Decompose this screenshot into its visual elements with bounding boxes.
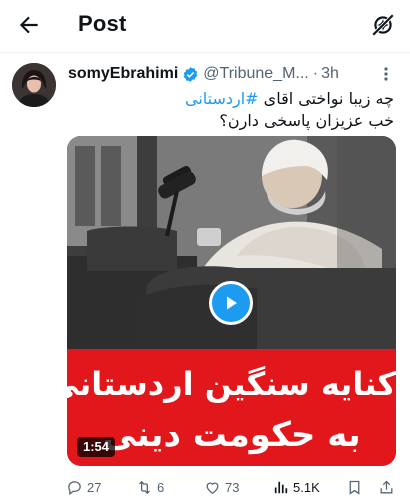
separator-dot: · xyxy=(312,65,319,82)
tweet-text-prefix: چه زیبا نواختی اقای xyxy=(258,89,394,108)
action-bar: 27 6 73 5.1K xyxy=(66,476,396,498)
author-name[interactable]: somyEbrahimi xyxy=(68,65,178,83)
bookmark-icon xyxy=(349,480,360,495)
page-title: Post xyxy=(78,11,127,36)
like-count: 73 xyxy=(225,479,240,495)
arrow-left-icon[interactable] xyxy=(16,12,42,38)
avatar-image xyxy=(12,63,56,107)
reply-icon xyxy=(68,480,81,495)
like-button[interactable]: 73 xyxy=(204,476,239,498)
retweet-icon xyxy=(139,480,150,494)
tweet-text: چه زیبا نواختی اقای #اردستانی خب عزیزان … xyxy=(68,88,394,132)
play-button[interactable] xyxy=(209,281,253,325)
video-caption-banner: کنایه سنگین اردستانی به حکومت دینی xyxy=(67,349,396,466)
share-icon xyxy=(380,480,393,493)
avatar[interactable] xyxy=(12,63,56,107)
header-divider xyxy=(0,52,410,53)
retweet-button[interactable]: 6 xyxy=(136,476,164,498)
sparkle-off-icon[interactable] xyxy=(370,12,396,38)
reply-count: 27 xyxy=(87,479,102,495)
video-player[interactable]: کنایه سنگین اردستانی به حکومت دینی 1:54 xyxy=(67,136,396,466)
video-duration: 1:54 xyxy=(77,437,116,457)
post-time[interactable]: 3h xyxy=(321,65,339,83)
reply-button[interactable]: 27 xyxy=(66,476,101,498)
caption-line-2: به حکومت دینی xyxy=(102,415,361,455)
author-handle[interactable]: @Tribune_M... xyxy=(203,65,308,83)
verified-badge-icon xyxy=(184,66,198,82)
tweet-text-line-1: چه زیبا نواختی اقای #اردستانی xyxy=(68,88,394,110)
views-chart-icon xyxy=(274,481,288,493)
retweet-count: 6 xyxy=(157,479,165,495)
hashtag-link[interactable]: #اردستانی xyxy=(185,89,259,108)
tweet-text-line-2: خب عزیزان پاسخی دارن؟ xyxy=(219,111,394,130)
bookmark-button[interactable] xyxy=(346,476,367,498)
heart-icon xyxy=(206,482,219,494)
views-count: 5.1K xyxy=(293,479,320,495)
author-row: somyEbrahimi @Tribune_M... · 3h xyxy=(68,64,339,84)
top-bar: Post xyxy=(0,0,410,50)
play-icon xyxy=(227,296,237,310)
more-options-icon[interactable] xyxy=(378,66,394,82)
views-button[interactable]: 5.1K xyxy=(272,476,320,498)
caption-line-1: کنایه سنگین اردستانی xyxy=(67,365,396,403)
share-button[interactable] xyxy=(378,476,399,498)
